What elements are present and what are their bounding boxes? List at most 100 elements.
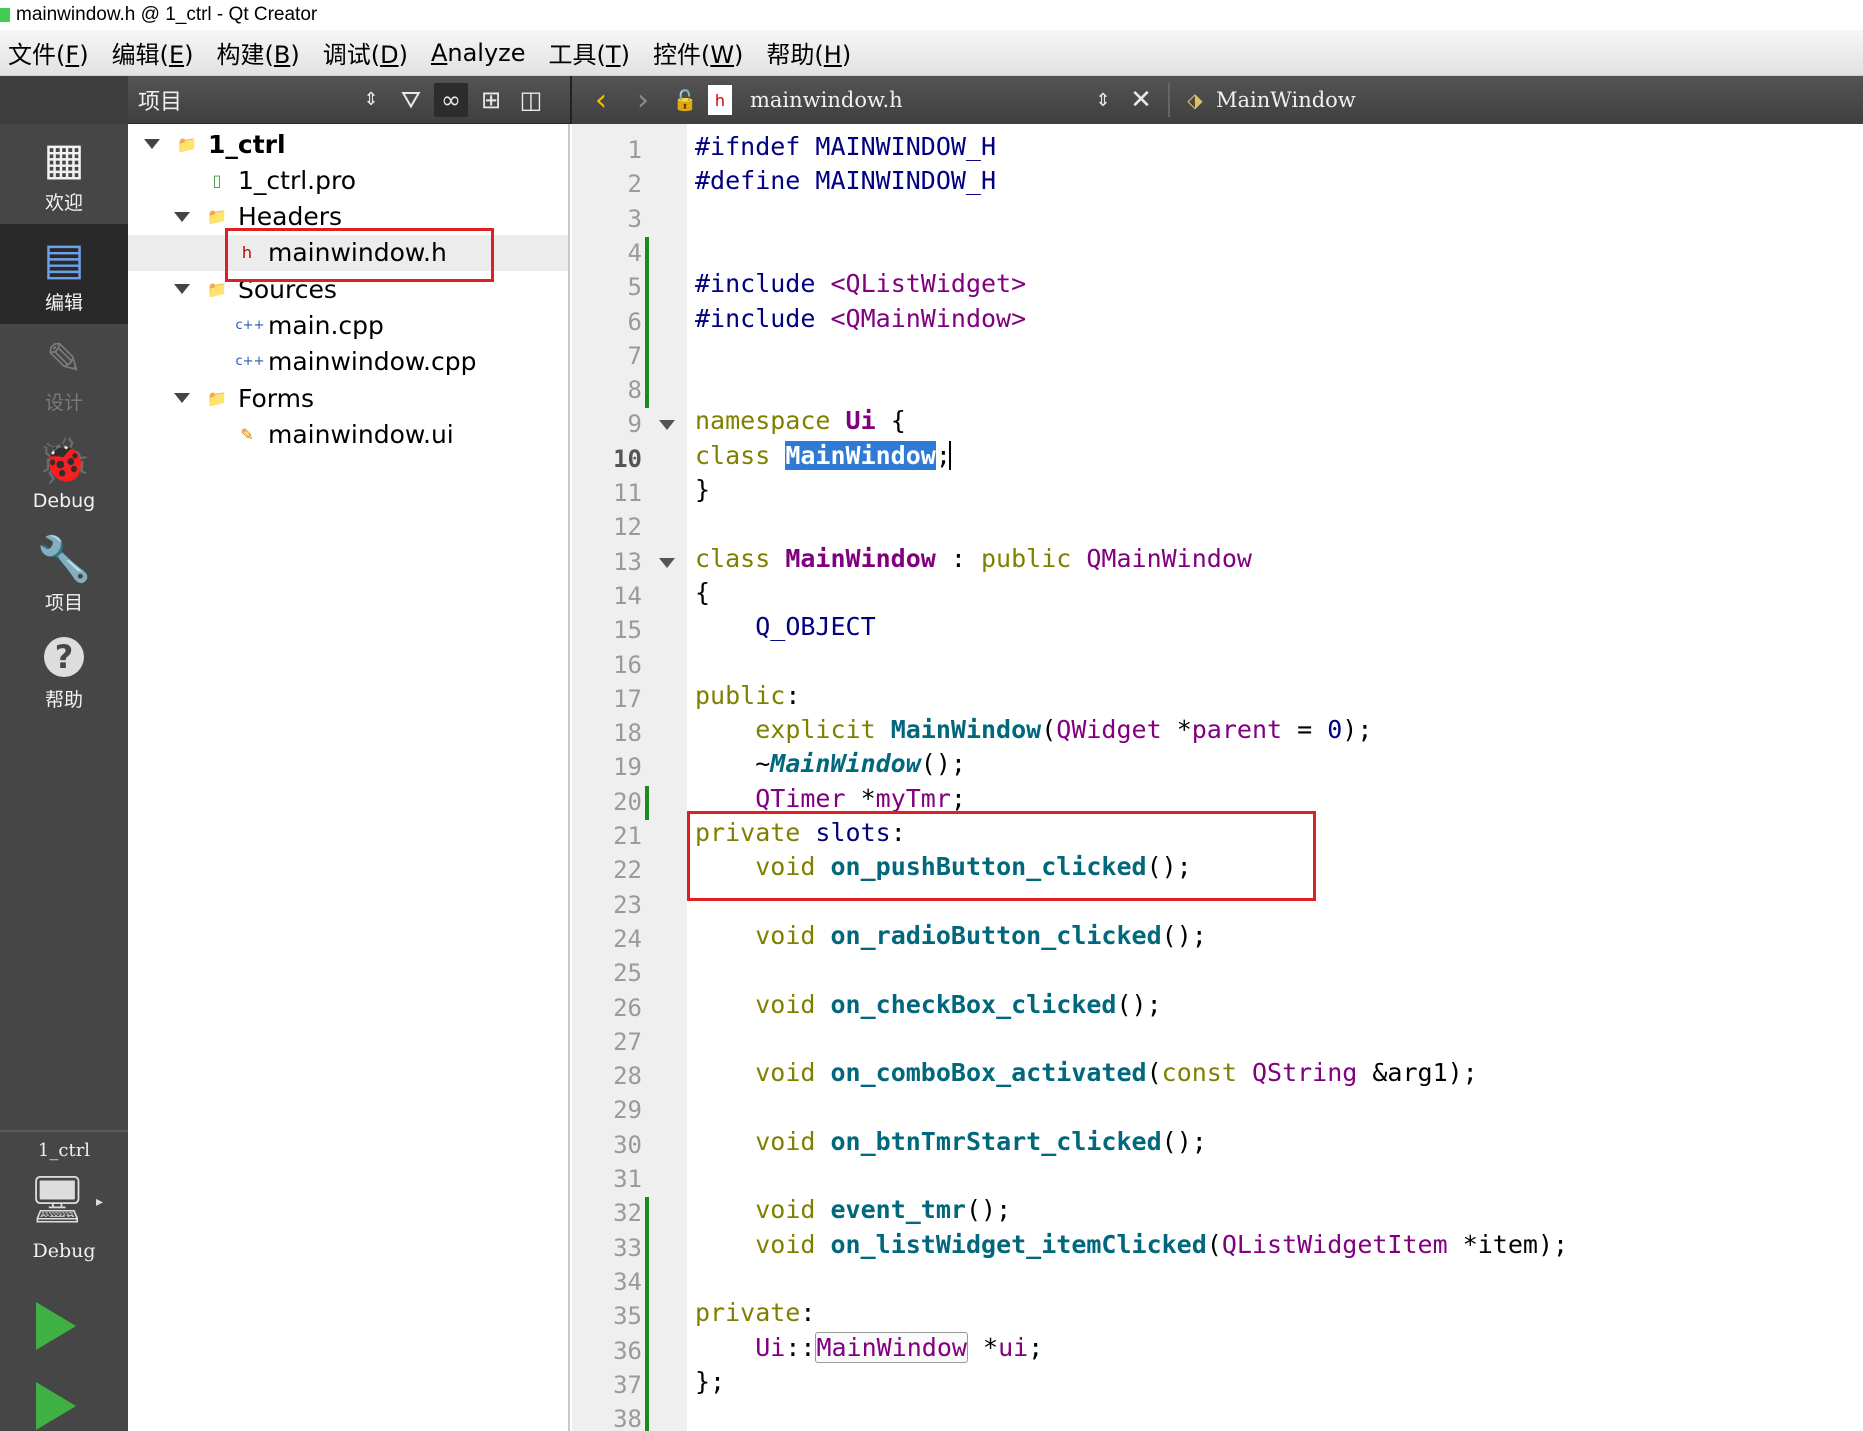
menu-item[interactable]: 工具(T) — [541, 35, 645, 70]
mode-help[interactable]: ? 帮助 — [0, 624, 128, 724]
close-document-icon[interactable]: ✕ — [1124, 83, 1158, 117]
tree-item[interactable]: 📁 Forms — [128, 380, 568, 416]
line-number: 9 — [627, 410, 642, 439]
menu-item[interactable]: 帮助(H) — [758, 35, 866, 70]
line-number: 34 — [613, 1267, 642, 1296]
link-icon[interactable]: ∞ — [434, 82, 468, 117]
code-line[interactable]: Q_OBJECT — [695, 610, 875, 644]
expand-arrow-icon[interactable] — [174, 211, 190, 222]
run-icon[interactable] — [36, 1302, 76, 1350]
code-line[interactable]: } — [695, 473, 710, 507]
tree-item-label: main.cpp — [268, 311, 384, 340]
tree-item[interactable]: 📁 1_ctrl — [128, 126, 568, 162]
line-number: 3 — [627, 204, 642, 233]
expand-arrow-icon[interactable] — [174, 393, 190, 404]
code-line[interactable]: void on_radioButton_clicked(); — [695, 919, 1207, 953]
code-line[interactable]: }; — [695, 1365, 725, 1399]
tree-item[interactable]: ✎ mainwindow.ui — [128, 416, 568, 452]
code-line[interactable]: private: — [695, 1296, 815, 1330]
code-line[interactable]: explicit MainWindow(QWidget *parent = 0)… — [695, 713, 1372, 747]
tree-item-label: mainwindow.cpp — [268, 347, 477, 377]
mode-bug[interactable]: 🐞 Debug — [0, 424, 128, 524]
code-line[interactable]: void on_btnTmrStart_clicked(); — [695, 1125, 1207, 1159]
fold-marker-icon[interactable] — [659, 557, 675, 568]
back-icon[interactable]: ‹ — [584, 83, 618, 118]
code-line[interactable]: void on_checkBox_clicked(); — [695, 988, 1161, 1022]
code-line[interactable]: class MainWindow; — [695, 439, 951, 473]
code-line[interactable]: class MainWindow : public QMainWindow — [695, 542, 1252, 576]
class-symbol-icon: ⬗ — [1187, 88, 1203, 112]
open-file-combo[interactable]: mainwindow.h — [750, 88, 1080, 112]
menu-item[interactable]: 构建(B) — [208, 35, 314, 70]
line-number: 32 — [613, 1199, 642, 1228]
code-line[interactable]: namespace Ui { — [695, 404, 906, 438]
line-number: 25 — [613, 959, 642, 988]
code-line[interactable]: void on_listWidget_itemClicked(QListWidg… — [695, 1228, 1568, 1262]
pencil-icon: ✎ — [45, 333, 83, 385]
line-number: 1 — [627, 136, 642, 164]
menu-item[interactable]: Analyze — [423, 39, 541, 67]
menu-item[interactable]: 调试(D) — [315, 35, 423, 70]
mode-edit-document[interactable]: ▤ 编辑 — [0, 224, 128, 324]
combo-arrows-icon[interactable]: ⇕ — [1086, 83, 1120, 117]
annotation-box-header — [225, 228, 494, 282]
menu-item[interactable]: 编辑(E) — [104, 35, 209, 70]
tree-item[interactable]: c++ mainwindow.cpp — [128, 344, 568, 380]
cpp-file-icon: c++ — [235, 318, 265, 333]
tree-item-label: Forms — [238, 383, 315, 413]
filter-icon[interactable]: ⛛ — [394, 83, 428, 117]
line-number-gutter: 1 2 3 4 5 6 7 8 9 10 11 12 13 14 15 16 17 18 19 20 21 22 23 24 2… — [572, 124, 687, 1431]
combo-arrows-icon[interactable]: ⇕ — [354, 83, 388, 117]
code-line[interactable]: #ifndef MAINWINDOW_H — [695, 130, 996, 164]
debug-run-icon[interactable] — [36, 1382, 76, 1430]
line-number: 30 — [613, 1130, 642, 1159]
menu-item[interactable]: 控件(W) — [645, 35, 758, 70]
mode-label: 欢迎 — [44, 191, 83, 214]
line-number: 7 — [627, 341, 642, 370]
code-line[interactable]: #include <QMainWindow> — [695, 302, 1026, 336]
line-number: 29 — [613, 1096, 642, 1125]
line-number: 27 — [613, 1027, 642, 1056]
line-number: 5 — [627, 273, 642, 302]
pro-file-icon: ▯ — [212, 170, 222, 190]
mode-wrench[interactable]: 🔧 项目 — [0, 524, 128, 624]
monitor-icon[interactable]: 🖥 — [28, 1172, 86, 1227]
line-number: 6 — [627, 307, 642, 336]
kit-project-label: 1_ctrl — [37, 1140, 91, 1161]
mode-toolbar-spacer — [0, 76, 128, 124]
change-marker — [645, 1197, 649, 1431]
kit-arrow-icon[interactable]: ▸ — [96, 1194, 103, 1210]
code-line[interactable]: void event_tmr(); — [695, 1193, 1011, 1227]
code-line[interactable]: #include <QListWidget> — [695, 267, 1026, 301]
symbol-combo[interactable]: MainWindow — [1216, 88, 1356, 112]
code-line[interactable]: void on_comboBox_activated(const QString… — [695, 1056, 1478, 1090]
lock-icon: 🔓 — [672, 88, 698, 112]
mode-label: 编辑 — [44, 291, 83, 314]
line-number: 4 — [627, 238, 642, 267]
mode-grid[interactable]: ▦ 欢迎 — [0, 124, 128, 224]
code-line[interactable]: #define MAINWINDOW_H — [695, 164, 996, 198]
bug-icon: 🐞 — [36, 436, 92, 487]
expand-arrow-icon[interactable] — [144, 139, 160, 149]
project-tree: 📁 1_ctrl ▯ 1_ctrl.pro 📁 Headers h mainwindow.h 📁… — [128, 124, 570, 1431]
fold-marker-icon[interactable] — [659, 420, 675, 431]
code-line[interactable]: { — [695, 576, 710, 610]
line-number: 36 — [613, 1336, 642, 1365]
mode-selector: ▦ 欢迎 ▤ 编辑 ✎ 设计 🐞 Debug 🔧 项目? 帮助 1_ctrl 🖥 ▸ Debug — [0, 124, 128, 1431]
tree-item[interactable]: ▯ 1_ctrl.pro — [128, 162, 568, 198]
code-line[interactable]: ~MainWindow(); — [695, 747, 966, 781]
code-editor[interactable]: #ifndef MAINWINDOW_H #define MAINWINDOW_H… — [687, 124, 1863, 1431]
mode-pencil[interactable]: ✎ 设计 — [0, 324, 128, 424]
mode-label: 项目 — [44, 591, 83, 614]
code-line[interactable]: public: — [695, 679, 800, 713]
view-combo[interactable]: 项目 — [138, 84, 348, 116]
line-number: 11 — [613, 479, 642, 507]
menu-item[interactable]: 文件(F) — [0, 35, 104, 70]
expand-arrow-icon[interactable] — [174, 284, 190, 295]
forward-icon[interactable]: › — [626, 83, 660, 118]
code-line[interactable]: Ui::MainWindow *ui; — [695, 1331, 1043, 1365]
line-number: 23 — [613, 890, 642, 919]
tree-item[interactable]: c++ main.cpp — [128, 308, 568, 344]
split-icon[interactable]: ⊞ — [474, 83, 508, 117]
close-pane-icon[interactable]: ◫ — [514, 83, 548, 117]
